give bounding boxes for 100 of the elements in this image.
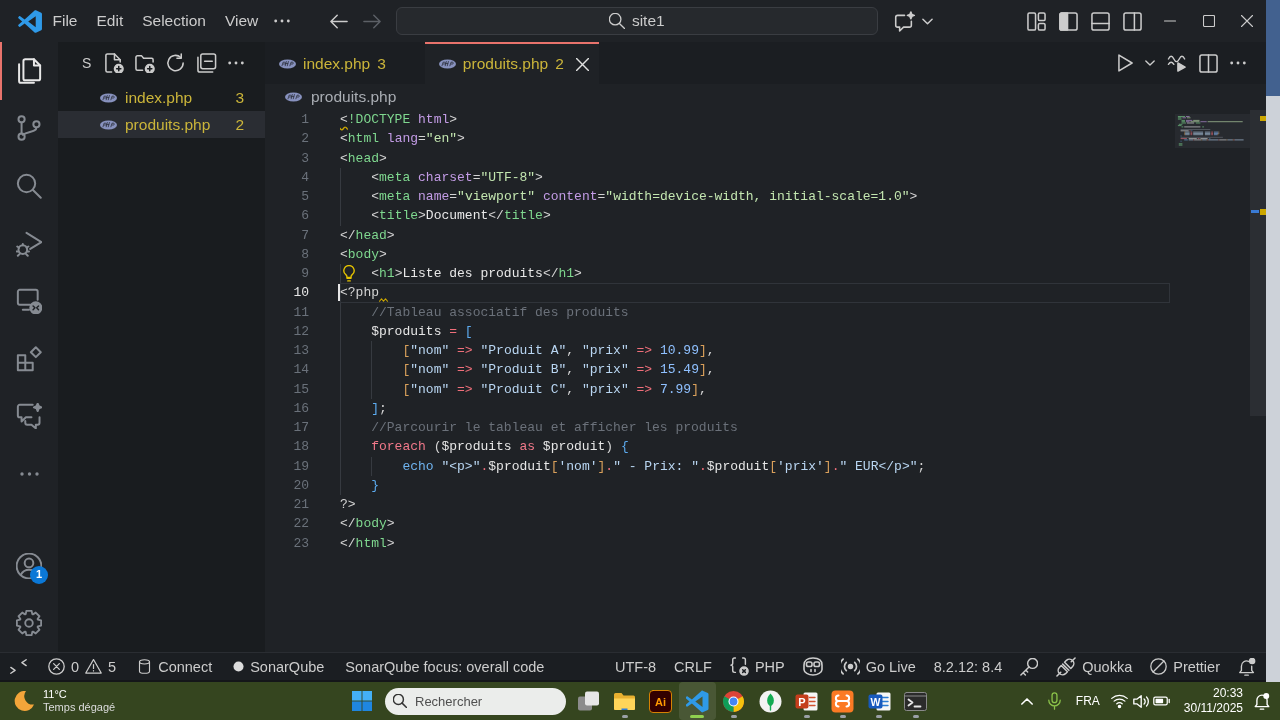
- files-icon[interactable]: [16, 57, 42, 84]
- code-line: <meta name="viewport" content="width=device-width, initial-scale=1.0">: [371, 188, 918, 206]
- menu-item[interactable]: Edit: [87, 9, 133, 33]
- status-item[interactable]: Go Live: [840, 657, 916, 676]
- code-line: <?php: [340, 284, 379, 303]
- sidebar-toggle-icon[interactable]: [1058, 11, 1078, 31]
- microphone-icon[interactable]: [1047, 692, 1061, 710]
- status-item[interactable]: CRLF: [674, 657, 712, 676]
- wifi-icon[interactable]: [1110, 693, 1128, 709]
- language-indicator[interactable]: FRA: [1075, 692, 1100, 710]
- collapse-icon[interactable]: [197, 53, 218, 73]
- problems-button[interactable]: 0 5: [48, 657, 117, 676]
- code-line: </html>: [340, 534, 395, 553]
- explorer-entry[interactable]: produits.php 2: [58, 111, 265, 138]
- more-icon[interactable]: [228, 61, 245, 65]
- menu-item[interactable]: Selection: [132, 9, 216, 33]
- weather-widget[interactable]: 11°C Temps dégagé: [14, 688, 116, 714]
- extensions-icon[interactable]: [16, 345, 42, 372]
- status-item[interactable]: PHP: [729, 657, 785, 676]
- run-icon[interactable]: [1118, 54, 1133, 72]
- refresh-icon[interactable]: [166, 53, 187, 73]
- chat-sparkle-icon[interactable]: [893, 10, 916, 32]
- line-number: 12: [292, 322, 309, 341]
- ai-tile-icon[interactable]: Ai: [649, 689, 673, 713]
- remote-icon[interactable]: [10, 658, 27, 675]
- layout-icon[interactable]: [1026, 11, 1046, 31]
- minimap[interactable]: [1175, 114, 1250, 148]
- code-line: ["nom" => "Produit B", "prix" => 15.49],: [402, 361, 715, 380]
- knot-tile-icon[interactable]: [831, 689, 855, 713]
- split-editor-icon[interactable]: [1199, 53, 1218, 73]
- more-icon[interactable]: [19, 471, 39, 476]
- account-icon[interactable]: [16, 552, 42, 579]
- notification-bell-icon[interactable]: [1254, 692, 1270, 710]
- status-item[interactable]: Connect: [137, 657, 213, 676]
- status-item[interactable]: SonarQube focus: overall code: [345, 657, 545, 676]
- code-editor-icon: [685, 689, 709, 713]
- panel-toggle-icon[interactable]: [1090, 11, 1110, 31]
- line-number: 19: [292, 457, 309, 476]
- more-icon[interactable]: [273, 19, 290, 23]
- line-number: 10: [292, 284, 309, 303]
- explorer-entry[interactable]: index.php 3: [58, 84, 265, 111]
- line-number: 20: [292, 476, 309, 495]
- volume-icon[interactable]: [1132, 693, 1149, 709]
- settings-icon[interactable]: [16, 610, 42, 637]
- status-item[interactable]: 8.2.12: 8.4: [933, 657, 1003, 676]
- new-file-icon[interactable]: [104, 53, 125, 73]
- menu-item[interactable]: File: [43, 9, 87, 33]
- key-icon[interactable]: [1020, 657, 1039, 676]
- chat-sparkle-icon[interactable]: [16, 403, 42, 430]
- error-icon: [48, 658, 65, 675]
- run-debug-icon[interactable]: [16, 230, 42, 257]
- start-icon[interactable]: [352, 691, 372, 711]
- status-dot-icon: [233, 661, 245, 672]
- taskbar-button[interactable]: [679, 682, 716, 720]
- browser-icon[interactable]: [722, 689, 746, 713]
- caret-icon[interactable]: [1145, 60, 1155, 66]
- menu-item[interactable]: View: [215, 9, 268, 33]
- notification-badge: 1: [30, 565, 48, 584]
- line-number: 21: [292, 496, 309, 514]
- lightbulb-icon[interactable]: [343, 265, 355, 282]
- secondary-sidebar-toggle-icon[interactable]: [1122, 11, 1142, 31]
- maximize-icon[interactable]: [1202, 15, 1215, 27]
- caret-icon[interactable]: [921, 17, 933, 25]
- robot-face-icon[interactable]: [802, 657, 823, 676]
- code-line: //Parcourir le tableau et afficher les produits: [371, 419, 738, 437]
- minimize-icon[interactable]: [1164, 20, 1177, 22]
- leaf-icon[interactable]: [758, 689, 782, 713]
- search-icon[interactable]: [16, 173, 42, 199]
- logo-icon[interactable]: [18, 8, 43, 34]
- new-folder-icon[interactable]: [135, 53, 156, 73]
- command-center[interactable]: site1: [395, 7, 878, 35]
- more-icon[interactable]: [1230, 61, 1246, 65]
- sidebar-title: S: [82, 53, 92, 73]
- status-item[interactable]: SonarQube: [233, 657, 325, 676]
- close-icon[interactable]: [1240, 15, 1253, 27]
- code-line: </head>: [340, 226, 395, 245]
- source-control-icon[interactable]: [16, 115, 42, 142]
- close-icon[interactable]: [575, 57, 589, 71]
- search-field[interactable]: Rechercher: [385, 687, 566, 715]
- remote-explorer-icon[interactable]: [16, 288, 42, 315]
- line-number: 22: [292, 515, 309, 534]
- task-view-icon[interactable]: [576, 689, 600, 713]
- code-line: //Tableau associatif des produits: [371, 303, 629, 322]
- back-arrow-icon[interactable]: [329, 13, 348, 29]
- code-line: ];: [371, 399, 387, 418]
- wave-play-icon[interactable]: [1167, 54, 1187, 72]
- status-item[interactable]: Quokka: [1056, 656, 1133, 677]
- status-item[interactable]: Prettier: [1150, 657, 1220, 676]
- chevron-up-icon[interactable]: [1020, 697, 1033, 705]
- status-item[interactable]: UTF-8: [614, 657, 657, 676]
- battery-icon[interactable]: [1152, 695, 1170, 707]
- code-line: <meta charset="UTF-8">: [371, 168, 543, 187]
- broadcast-icon: [840, 657, 860, 676]
- code-line: <head>: [340, 149, 387, 168]
- terminal-icon[interactable]: [904, 689, 928, 713]
- clock[interactable]: 20:33 30/11/2025: [1183, 686, 1243, 716]
- line-number: 15: [292, 380, 309, 399]
- bell-icon[interactable]: [1238, 657, 1256, 676]
- breadcrumb-item[interactable]: produits.php: [311, 85, 397, 109]
- editor-tab[interactable]: produits.php 2: [424, 42, 599, 84]
